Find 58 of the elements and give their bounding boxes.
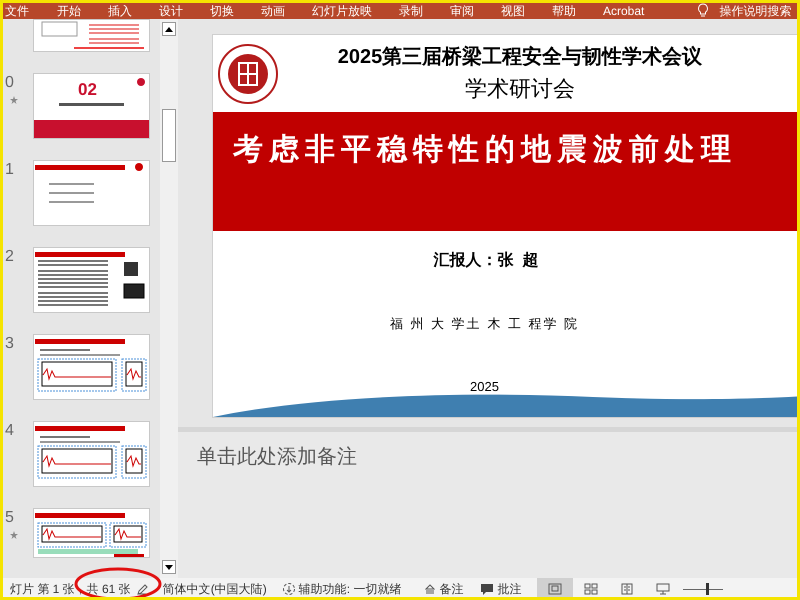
conference-title: 2025第三届桥梁工程安全与韧性学术会议 xyxy=(338,45,702,70)
slide-number: 5 xyxy=(5,510,14,526)
slide-number: 4 xyxy=(5,423,14,439)
lightbulb-icon xyxy=(697,3,710,18)
scroll-down-button[interactable] xyxy=(162,560,176,574)
slide-thumbnail[interactable] xyxy=(33,421,150,487)
notes-button[interactable]: 备注 xyxy=(439,580,464,597)
comment-icon xyxy=(480,582,494,596)
year-text: 2025 xyxy=(470,378,499,396)
slide-number: 2 xyxy=(5,249,14,265)
scroll-up-button[interactable] xyxy=(162,22,176,36)
logo-icon xyxy=(137,78,145,86)
menu-tab[interactable]: 视图 xyxy=(501,3,525,20)
normal-view-icon xyxy=(548,583,562,595)
presenter-name: 汇报人：张 超 xyxy=(434,250,538,271)
accessibility-status[interactable]: 辅助功能: 一切就绪 xyxy=(298,580,402,597)
slide-thumbnail[interactable] xyxy=(33,19,150,52)
notes-placeholder: 单击此处添加备注 xyxy=(197,446,357,468)
menu-tab[interactable]: 审阅 xyxy=(450,3,474,20)
slide-thumbnail[interactable] xyxy=(33,160,150,226)
slide-thumbnail[interactable]: 02 xyxy=(33,73,150,139)
menu-tab[interactable]: 操作说明搜索 xyxy=(719,3,792,20)
scrollbar[interactable] xyxy=(160,19,178,578)
menu-tab[interactable]: 设计 xyxy=(159,3,183,20)
view-button[interactable] xyxy=(537,578,574,597)
presentation-title: 考虑非平稳特性的地震波前处理 xyxy=(233,132,737,168)
comments-button[interactable]: 批注 xyxy=(497,580,522,597)
slide-sorter-icon xyxy=(584,583,598,595)
pencil-icon xyxy=(136,583,149,595)
zoom-slider[interactable] xyxy=(683,582,724,596)
section-number: 02 xyxy=(78,81,97,98)
accessibility-icon xyxy=(282,582,296,596)
menu-tab[interactable]: 插入 xyxy=(108,3,132,20)
down-arrow-icon xyxy=(165,564,173,570)
zoom-thumb[interactable] xyxy=(706,583,709,595)
slide-number: 1 xyxy=(5,162,14,178)
conference-subtitle: 学术研讨会 xyxy=(465,75,575,103)
menu-tab[interactable]: 开始 xyxy=(57,3,81,20)
slide-number: 0 xyxy=(5,75,14,91)
reading-view-icon xyxy=(620,583,634,595)
menu-tab[interactable]: Acrobat xyxy=(603,3,644,20)
menu-tab[interactable]: 幻灯片放映 xyxy=(312,3,372,20)
menu-tab[interactable]: 录制 xyxy=(399,3,423,20)
slide-number: 3 xyxy=(5,336,14,352)
menu-tab[interactable]: 帮助 xyxy=(552,3,576,20)
slide-thumbnail[interactable] xyxy=(33,334,150,400)
slide-thumbnail[interactable] xyxy=(33,247,150,313)
notes-icon xyxy=(425,584,436,594)
scroll-thumb[interactable] xyxy=(162,109,176,162)
up-arrow-icon xyxy=(165,26,173,32)
slide-show-icon xyxy=(656,583,670,595)
institution-name: 福 州 大 学土 木 工 程学 院 xyxy=(390,315,580,333)
menu-tab[interactable]: 文件 xyxy=(5,3,29,20)
slide-thumbnail[interactable] xyxy=(33,508,150,558)
language-button[interactable]: 简体中文(中国大陆) xyxy=(162,580,267,597)
university-logo-icon xyxy=(217,43,279,105)
menu-tab[interactable]: 切换 xyxy=(210,3,234,20)
menu-tab[interactable]: 动画 xyxy=(261,3,285,20)
